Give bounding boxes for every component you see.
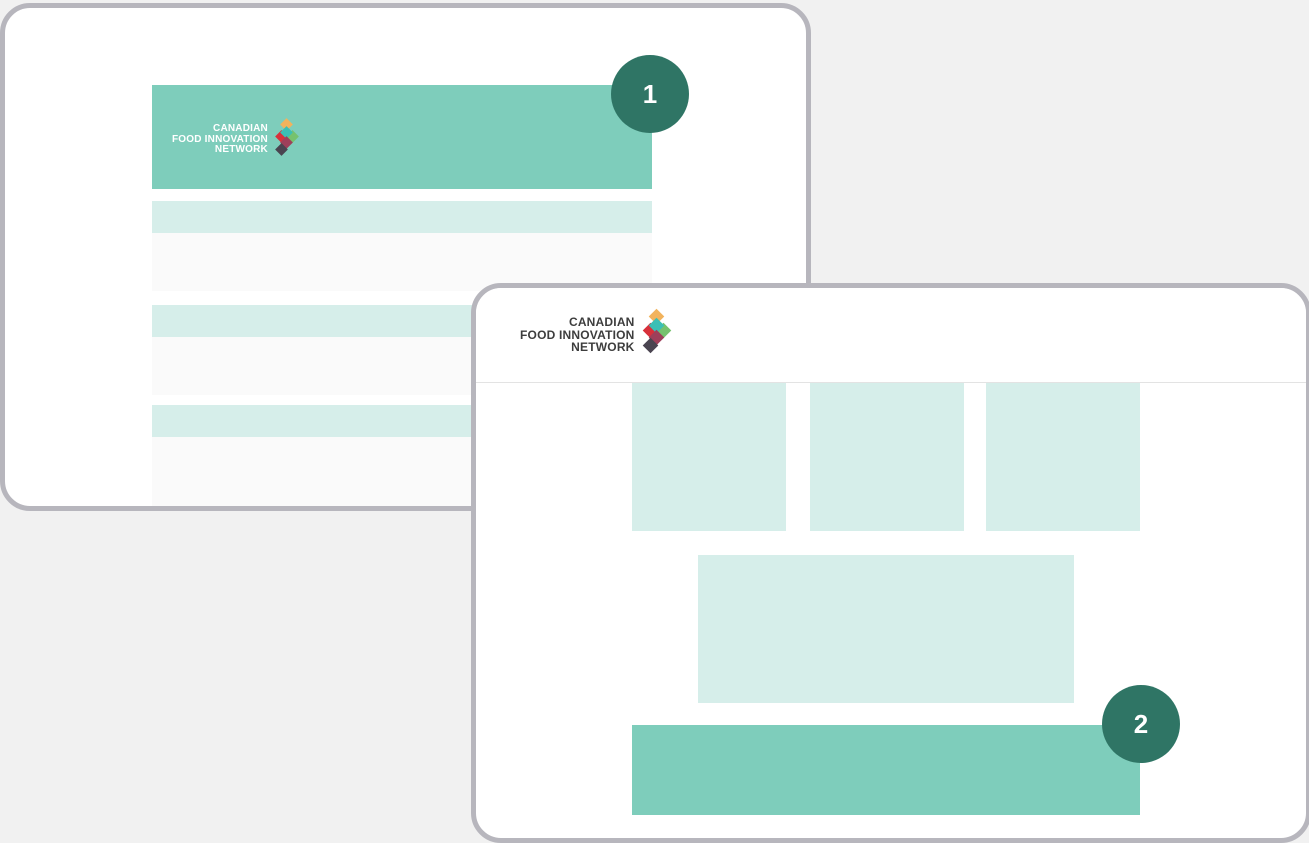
- email-header-banner: CANADIAN FOOD INNOVATION NETWORK: [152, 85, 652, 189]
- web-page-preview: CANADIAN FOOD INNOVATION NETWORK: [471, 283, 1309, 843]
- site-header: CANADIAN FOOD INNOVATION NETWORK: [476, 288, 1306, 383]
- brand-diamond-icon: [273, 118, 301, 160]
- brand-name-line-3: NETWORK: [571, 340, 635, 355]
- brand-name-line-3: NETWORK: [214, 144, 268, 156]
- content-tile-2[interactable]: [810, 383, 964, 531]
- brand-diamond-icon: [640, 308, 674, 359]
- brand-wordmark: CANADIAN FOOD INNOVATION NETWORK: [520, 316, 635, 354]
- content-tile-1[interactable]: [632, 383, 786, 531]
- brand-logo: CANADIAN FOOD INNOVATION NETWORK: [172, 118, 301, 160]
- call-to-action-bar[interactable]: [632, 725, 1140, 815]
- step-badge-2: 2: [1102, 685, 1180, 763]
- brand-name-line-1: CANADIAN: [568, 315, 635, 330]
- brand-wordmark: CANADIAN FOOD INNOVATION NETWORK: [172, 124, 268, 156]
- step-badge-1: 1: [611, 55, 689, 133]
- brand-logo[interactable]: CANADIAN FOOD INNOVATION NETWORK: [520, 308, 674, 359]
- feature-block: [698, 555, 1074, 703]
- email-section-heading-1: [152, 201, 652, 233]
- content-tile-3[interactable]: [986, 383, 1140, 531]
